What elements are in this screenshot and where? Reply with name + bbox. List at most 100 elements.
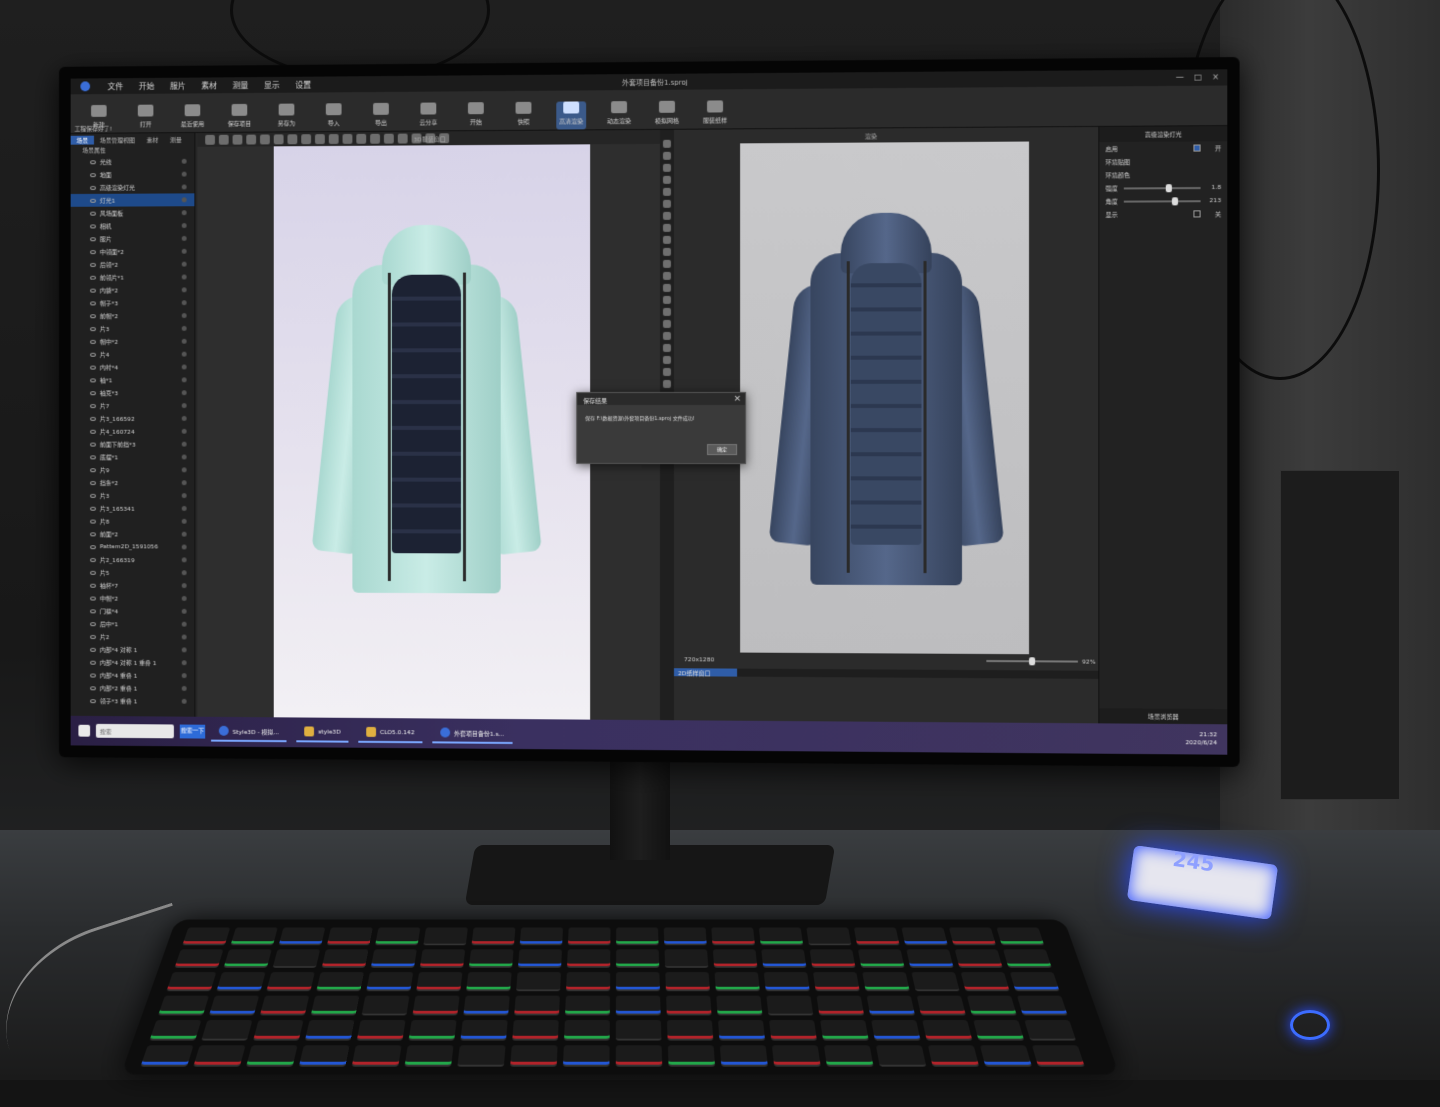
render-tool-icon[interactable]: [663, 308, 671, 316]
viewport-tool-icon[interactable]: [219, 135, 229, 145]
viewport-tool-icon[interactable]: [260, 134, 270, 144]
tree-item[interactable]: 片5: [71, 566, 195, 579]
toolbar-button[interactable]: 云分享: [414, 102, 444, 130]
start-icon[interactable]: [78, 725, 90, 737]
slider-thumb[interactable]: [1165, 184, 1171, 192]
viewport-tool-icon[interactable]: [315, 134, 325, 144]
menu-item[interactable]: 显示: [264, 79, 280, 90]
lock-icon[interactable]: [182, 622, 187, 627]
eye-icon[interactable]: [90, 686, 96, 690]
eye-icon[interactable]: [90, 558, 96, 562]
ok-button[interactable]: 确定: [707, 444, 737, 455]
tree-item[interactable]: 领子*3 重叠 1: [71, 694, 195, 708]
tree-item[interactable]: 片3_166592: [71, 412, 195, 425]
eye-icon[interactable]: [90, 237, 96, 241]
maximize-icon[interactable]: □: [1194, 73, 1202, 82]
toolbar-button[interactable]: 快照: [509, 102, 539, 130]
zoom-slider[interactable]: [986, 660, 1078, 663]
toolbar-button[interactable]: 最近使用: [178, 104, 207, 132]
viewport-tool-icon[interactable]: [370, 134, 380, 144]
panel-tab[interactable]: 场景: [71, 135, 94, 144]
panel-tab[interactable]: 场景管理视图: [94, 135, 141, 144]
property-checkbox[interactable]: [1193, 144, 1200, 151]
toolbar-button[interactable]: 高清渲染: [556, 101, 586, 129]
tree-item[interactable]: 后领*2: [71, 258, 195, 271]
eye-icon[interactable]: [90, 570, 96, 574]
tree-item[interactable]: 片3: [71, 322, 195, 335]
lock-icon[interactable]: [182, 403, 187, 408]
lock-icon[interactable]: [182, 275, 187, 280]
lock-icon[interactable]: [182, 339, 187, 344]
menu-item[interactable]: 文件: [108, 81, 124, 92]
render-canvas[interactable]: [740, 142, 1029, 655]
lock-icon[interactable]: [182, 197, 187, 202]
eye-icon[interactable]: [90, 365, 96, 369]
tree-item[interactable]: 风场面板: [71, 206, 195, 219]
viewport-tool-icon[interactable]: [356, 134, 366, 144]
taskbar-search-button[interactable]: 搜索一下: [180, 725, 205, 739]
tree-item[interactable]: 后中*1: [71, 617, 195, 630]
tree-item[interactable]: 片4_160724: [71, 425, 195, 438]
eye-icon[interactable]: [90, 404, 96, 408]
viewport-tool-icon[interactable]: [398, 134, 408, 144]
lock-icon[interactable]: [182, 365, 187, 370]
eye-icon[interactable]: [90, 545, 96, 549]
viewport-tool-icon[interactable]: [301, 134, 311, 144]
tree-item[interactable]: 内部*2 重叠 1: [71, 681, 195, 695]
tree-item[interactable]: 服片: [71, 232, 195, 245]
lock-icon[interactable]: [182, 480, 187, 485]
eye-icon[interactable]: [90, 647, 96, 651]
lock-icon[interactable]: [182, 416, 187, 421]
render-tool-icon[interactable]: [663, 260, 671, 268]
taskbar-app[interactable]: style3D: [297, 722, 349, 742]
tree-item[interactable]: 片7: [71, 399, 195, 412]
lock-icon[interactable]: [182, 159, 187, 164]
lock-icon[interactable]: [182, 429, 187, 434]
tree-item[interactable]: 灯光1: [71, 193, 195, 206]
eye-icon[interactable]: [90, 198, 96, 202]
eye-icon[interactable]: [90, 160, 96, 164]
viewport-tool-icon[interactable]: [205, 135, 215, 145]
viewport-tool-icon[interactable]: [343, 134, 353, 144]
lock-icon[interactable]: [182, 210, 187, 215]
toolbar-button[interactable]: 开始: [461, 102, 491, 130]
toolbar-button[interactable]: 另存为: [272, 104, 301, 132]
minimize-icon[interactable]: —: [1176, 73, 1184, 82]
render-tool-icon[interactable]: [663, 272, 671, 280]
viewport-tool-icon[interactable]: [329, 134, 339, 144]
lock-icon[interactable]: [182, 686, 187, 691]
render-tool-icon[interactable]: [663, 356, 671, 364]
tree-item[interactable]: 片2_166319: [71, 553, 195, 566]
tree-item[interactable]: 地面: [71, 168, 195, 182]
eye-icon[interactable]: [90, 506, 96, 510]
tree-item[interactable]: 片8: [71, 515, 195, 528]
eye-icon[interactable]: [90, 519, 96, 523]
lock-icon[interactable]: [182, 519, 187, 524]
lock-icon[interactable]: [182, 377, 187, 382]
3d-canvas[interactable]: [274, 144, 590, 719]
toolbar-button[interactable]: 服装纸样: [700, 100, 730, 128]
slider-thumb[interactable]: [1172, 197, 1178, 205]
lock-icon[interactable]: [182, 557, 187, 562]
eye-icon[interactable]: [90, 224, 96, 228]
lock-icon[interactable]: [182, 506, 187, 511]
eye-icon[interactable]: [90, 416, 96, 420]
lock-icon[interactable]: [182, 287, 187, 292]
eye-icon[interactable]: [90, 275, 96, 279]
lock-icon[interactable]: [182, 596, 187, 601]
viewport-tool-icon[interactable]: [384, 134, 394, 144]
render-tool-icon[interactable]: [663, 296, 671, 304]
lock-icon[interactable]: [182, 647, 187, 652]
tree-item[interactable]: 底摆*1: [71, 450, 195, 463]
lock-icon[interactable]: [182, 223, 187, 228]
tree-item[interactable]: 高级渲染灯光: [71, 180, 195, 194]
lock-icon[interactable]: [182, 583, 187, 588]
close-icon[interactable]: ×: [734, 394, 742, 404]
render-tool-icon[interactable]: [663, 380, 671, 388]
property-checkbox[interactable]: [1193, 210, 1200, 217]
eye-icon[interactable]: [90, 468, 96, 472]
lock-icon[interactable]: [182, 313, 187, 318]
render-tool-icon[interactable]: [663, 368, 671, 376]
viewport-tool-icon[interactable]: [287, 134, 297, 144]
tree-item[interactable]: Pattern2D_1591056: [71, 540, 195, 553]
